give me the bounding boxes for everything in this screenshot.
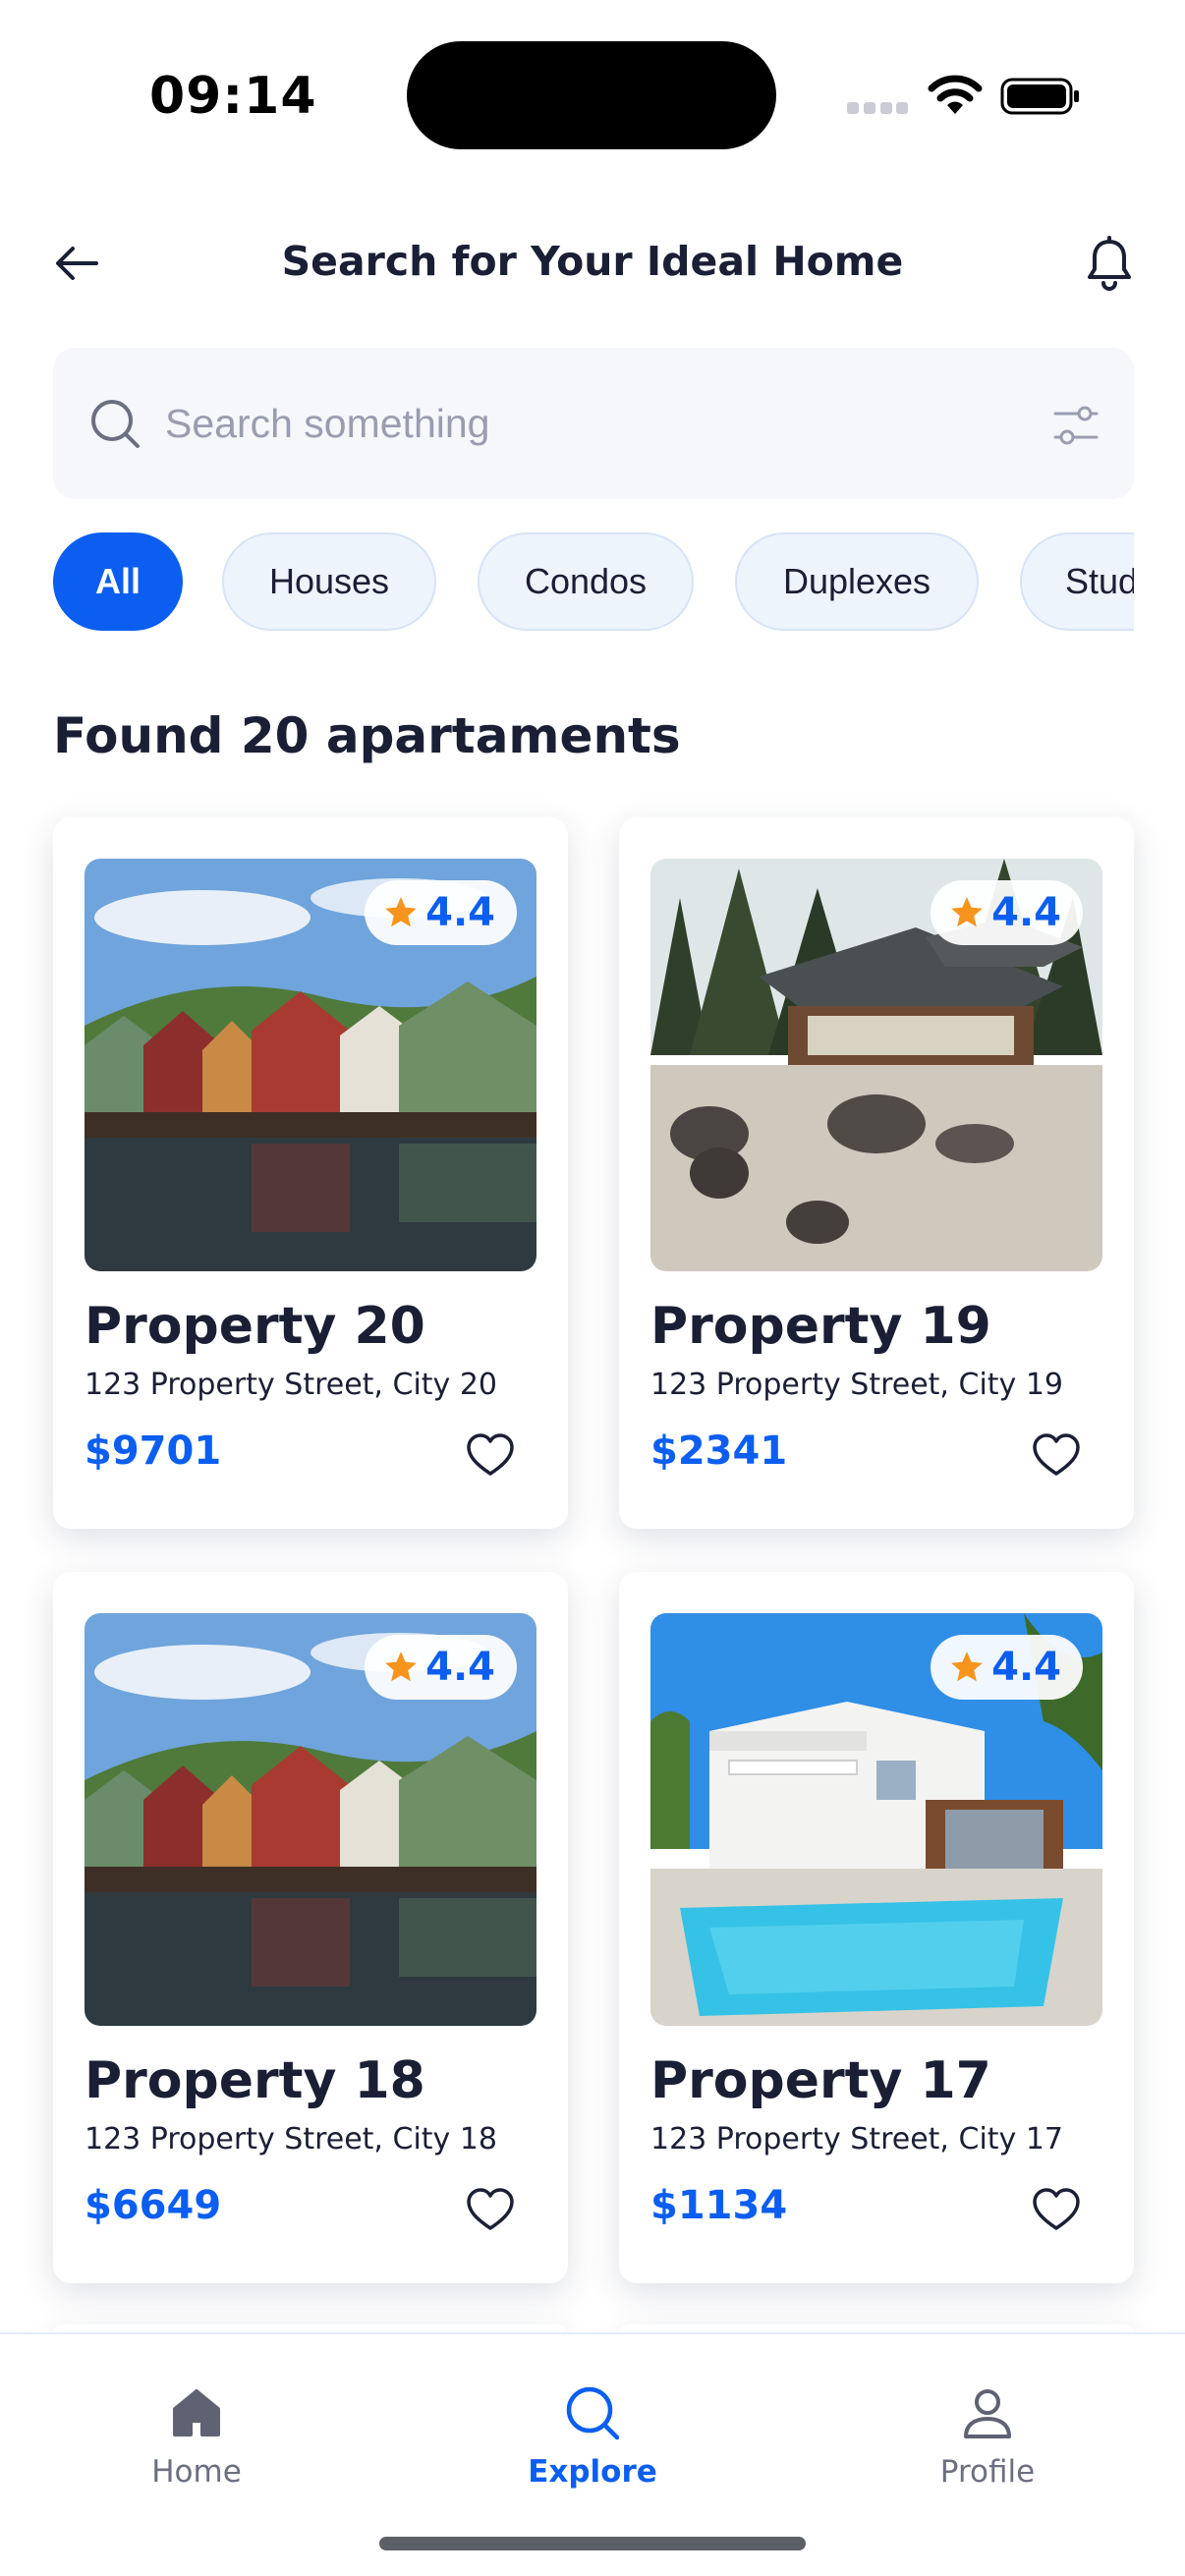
explore-icon	[566, 2386, 620, 2440]
nav-explore-label: Explore	[528, 2454, 657, 2490]
rating-value: 4.4	[425, 890, 495, 935]
star-icon	[385, 897, 417, 927]
property-address: 123 Property Street, City 20	[85, 1368, 498, 1402]
chip-studios[interactable]: Studios	[1020, 532, 1134, 631]
nav-profile[interactable]: Profile	[870, 2383, 1105, 2511]
nav-profile-label: Profile	[939, 2454, 1036, 2490]
property-address: 123 Property Street, City 18	[85, 2122, 498, 2156]
property-address: 123 Property Street, City 19	[650, 1368, 1064, 1402]
star-icon	[951, 897, 983, 927]
chip-all[interactable]: All	[53, 532, 183, 631]
nav-home[interactable]: Home	[79, 2383, 314, 2511]
page-title: Search for Your Ideal Home	[281, 238, 904, 285]
chip-condos[interactable]: Condos	[478, 532, 694, 631]
rating-value: 4.4	[991, 890, 1061, 935]
star-icon	[385, 1652, 417, 1682]
property-address: 123 Property Street, City 17	[650, 2122, 1064, 2156]
back-arrow-icon[interactable]	[53, 244, 100, 283]
property-price: $6649	[85, 2183, 222, 2228]
nav-explore[interactable]: Explore	[475, 2383, 710, 2511]
results-title: Found 20 apartaments	[53, 707, 681, 764]
property-title: Property 17	[650, 2051, 991, 2110]
chip-duplexes[interactable]: Duplexes	[735, 532, 979, 631]
rating-badge: 4.4	[931, 880, 1083, 945]
status-time: 09:14	[149, 67, 317, 126]
bell-icon[interactable]	[1085, 236, 1134, 291]
property-image: 4.4	[650, 1613, 1102, 2026]
profile-icon	[964, 2389, 1011, 2438]
category-chips: All Houses Condos Duplexes Studios	[53, 532, 1134, 633]
property-price: $9701	[85, 1428, 222, 1474]
heart-icon[interactable]	[466, 2187, 515, 2232]
property-card[interactable]: 4.4 Property 20 123 Property Street, Cit…	[53, 817, 568, 1529]
property-title: Property 19	[650, 1297, 991, 1356]
battery-icon	[1000, 78, 1079, 115]
chip-houses[interactable]: Houses	[222, 532, 436, 631]
filter-icon[interactable]	[1051, 403, 1100, 448]
signal-icon	[847, 102, 908, 116]
heart-icon[interactable]	[466, 1432, 515, 1478]
property-card[interactable]: 4.4 Property 17 123 Property Street, Cit…	[619, 1572, 1134, 2283]
star-icon	[951, 1652, 983, 1682]
nav-home-label: Home	[151, 2454, 242, 2490]
rating-badge: 4.4	[365, 880, 517, 945]
property-image: 4.4	[85, 859, 536, 1271]
home-indicator	[379, 2537, 806, 2550]
search-bar	[53, 348, 1134, 499]
property-card[interactable]: 4.4 Property 18 123 Property Street, Cit…	[53, 1572, 568, 2283]
property-title: Property 18	[85, 2051, 425, 2110]
property-title: Property 20	[85, 1297, 425, 1356]
rating-badge: 4.4	[931, 1635, 1083, 1700]
property-card[interactable]: 4.4 Property 19 123 Property Street, Cit…	[619, 817, 1134, 1529]
property-image: 4.4	[85, 1613, 536, 2026]
property-price: $1134	[650, 2183, 788, 2228]
rating-value: 4.4	[991, 1645, 1061, 1690]
rating-value: 4.4	[425, 1645, 495, 1690]
dynamic-island	[407, 41, 776, 149]
heart-icon[interactable]	[1032, 2187, 1081, 2232]
wifi-icon	[928, 75, 983, 114]
search-input[interactable]	[165, 387, 951, 460]
heart-icon[interactable]	[1032, 1432, 1081, 1478]
rating-badge: 4.4	[365, 1635, 517, 1700]
search-icon	[91, 400, 140, 448]
property-price: $2341	[650, 1428, 788, 1474]
property-image: 4.4	[650, 859, 1102, 1271]
home-icon	[173, 2389, 220, 2436]
